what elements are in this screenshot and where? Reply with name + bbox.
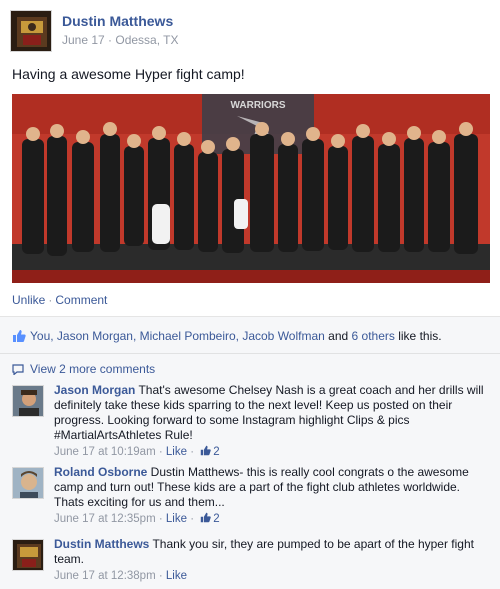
comment-body: Roland Osborne Dustin Matthews- this is … [54, 465, 490, 527]
commenter-avatar[interactable] [12, 467, 44, 499]
comment-author[interactable]: Roland Osborne [54, 465, 147, 479]
comment-meta: June 17 at 12:38pm · Like [54, 570, 188, 582]
likers-names[interactable]: You, Jason Morgan, Michael Pombeiro, Jac… [30, 329, 325, 343]
likes-and: and [324, 329, 352, 343]
comment-body: Jason Morgan That's awesome Chelsey Nash… [54, 383, 490, 460]
comment-like-link[interactable]: Like [166, 570, 187, 582]
thumbs-up-icon [12, 329, 26, 343]
actions-separator: · [48, 293, 53, 307]
post-actions: Unlike · Comment [12, 293, 107, 307]
post-location[interactable]: Odessa, TX [115, 33, 178, 47]
commenter-avatar[interactable] [12, 539, 44, 571]
feedback-area: You, Jason Morgan, Michael Pombeiro, Jac… [0, 316, 500, 589]
comment-link[interactable]: Comment [55, 293, 107, 307]
likes-summary: You, Jason Morgan, Michael Pombeiro, Jac… [12, 329, 492, 343]
photo-banner-text: WARRIORS [231, 100, 286, 111]
view-more-label: View 2 more comments [30, 362, 156, 376]
commenter-avatar[interactable] [12, 385, 44, 417]
post-photo[interactable]: WARRIORS [12, 94, 490, 283]
comment-author[interactable]: Dustin Matthews [54, 537, 149, 551]
comment-meta: June 17 at 10:19am · Like · 2 [54, 445, 220, 458]
author-avatar[interactable] [10, 10, 52, 52]
comment-time[interactable]: June 17 at 12:35pm [54, 513, 156, 525]
author-name[interactable]: Dustin Matthews [62, 13, 173, 29]
likes-suffix: like this. [394, 329, 442, 343]
comment-author[interactable]: Jason Morgan [54, 383, 135, 397]
post-date[interactable]: June 17 [62, 33, 105, 47]
comment-time[interactable]: June 17 at 10:19am [54, 446, 156, 458]
comment-like-count[interactable]: 2 [213, 513, 219, 525]
view-more-comments-link[interactable]: View 2 more comments [12, 362, 155, 376]
comment-bubble-icon [12, 364, 24, 376]
comment-meta: June 17 at 12:35pm · Like · 2 [54, 512, 220, 525]
comment-like-count[interactable]: 2 [213, 446, 219, 458]
post-card: Dustin Matthews June 17 · Odessa, TX Hav… [0, 0, 500, 589]
meta-separator: · [104, 33, 116, 47]
group-photo: WARRIORS [12, 94, 490, 283]
comment-time[interactable]: June 17 at 12:38pm [54, 570, 156, 582]
comment-body: Dustin Matthews Thank you sir, they are … [54, 537, 490, 584]
thumbs-up-icon [200, 445, 211, 456]
post-text: Having a awesome Hyper fight camp! [12, 66, 245, 82]
divider [0, 353, 500, 354]
thumbs-up-icon [200, 512, 211, 523]
post-header: Dustin Matthews June 17 · Odessa, TX [10, 10, 490, 54]
unlike-link[interactable]: Unlike [12, 293, 45, 307]
comment-like-link[interactable]: Like [166, 513, 187, 525]
likes-others-link[interactable]: 6 others [352, 329, 395, 343]
post-meta: June 17 · Odessa, TX [62, 33, 179, 47]
comment-like-link[interactable]: Like [166, 446, 187, 458]
